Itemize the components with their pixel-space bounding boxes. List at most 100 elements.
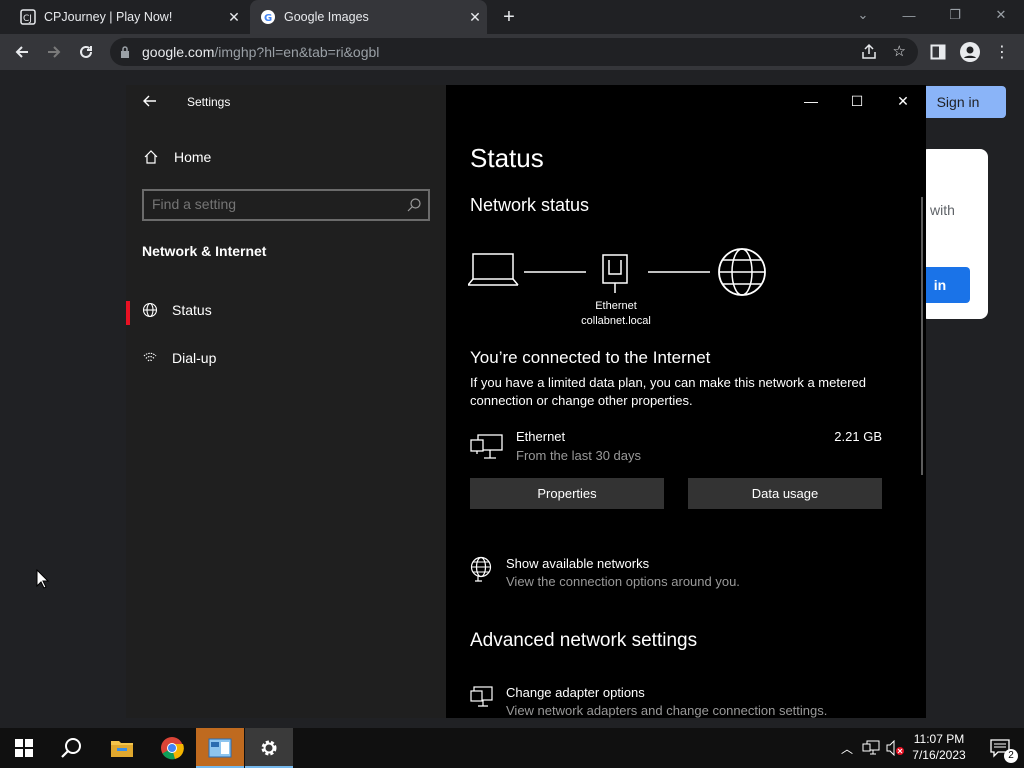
folder-icon: [111, 741, 133, 757]
restore-icon[interactable]: ❐: [932, 0, 978, 30]
show-networks-title: Show available networks: [506, 556, 650, 571]
dial-up-icon: [143, 352, 157, 362]
tab-google-images[interactable]: G Google Images ✕: [250, 0, 487, 34]
tab-strip: CJ CPJourney | Play Now! ✕ G Google Imag…: [0, 0, 1024, 34]
card-text: with: [930, 202, 955, 218]
connection-description: If you have a limited data plan, you can…: [470, 375, 866, 408]
url-domain: google.com: [142, 44, 215, 60]
url-text: google.com/imghp?hl=en&tab=ri&ogbl: [142, 44, 379, 60]
home-icon: [144, 150, 158, 164]
search-icon[interactable]: [406, 197, 422, 213]
networks-globe-icon: [470, 556, 492, 582]
search-input[interactable]: [152, 196, 392, 212]
address-bar[interactable]: google.com/imghp?hl=en&tab=ri&ogbl ☆: [110, 38, 918, 66]
home-link[interactable]: Home: [142, 149, 211, 165]
control-panel-button[interactable]: [196, 728, 244, 768]
adapter-name: Ethernet: [516, 429, 566, 444]
search-button[interactable]: [48, 728, 96, 768]
new-tab-button[interactable]: +: [498, 6, 520, 28]
settings-search[interactable]: [142, 189, 430, 221]
clock-time: 11:07 PM: [913, 732, 965, 746]
settings-title: Settings: [187, 95, 231, 109]
start-button[interactable]: [0, 728, 48, 768]
chevron-up-icon[interactable]: ︿: [838, 740, 856, 757]
url-path: /imghp?hl=en&tab=ri&ogbl: [214, 44, 380, 60]
tab-cpjourney[interactable]: CJ CPJourney | Play Now! ✕: [10, 0, 246, 34]
adapter-period: From the last 30 days: [516, 448, 641, 463]
change-adapter-subtitle: View network adapters and change connect…: [506, 703, 828, 718]
settings-window: Settings Home Network & Internet Status …: [126, 85, 926, 718]
clock[interactable]: 11:07 PM 7/16/2023: [903, 731, 975, 763]
ethernet-domain: collabnet.local: [581, 315, 651, 327]
laptop-icon: [468, 253, 519, 286]
adapter-monitor-icon: [470, 686, 493, 707]
sidebar-item-status[interactable]: Status: [126, 291, 432, 329]
reload-icon[interactable]: [74, 40, 98, 64]
connection-status: You’re connected to the Internet: [470, 348, 711, 367]
cpjourney-favicon-icon: CJ: [20, 9, 36, 25]
file-explorer-button[interactable]: [98, 728, 146, 768]
chrome-icon: [161, 737, 184, 760]
minimize-icon[interactable]: —: [886, 0, 932, 30]
chrome-menu-icon[interactable]: ⋮: [990, 40, 1014, 64]
close-window-icon[interactable]: ✕: [978, 0, 1024, 30]
settings-app-button[interactable]: [245, 728, 293, 768]
svg-text:G: G: [264, 13, 272, 24]
volume-muted-icon[interactable]: [886, 740, 904, 756]
internet-globe-icon: [718, 248, 766, 296]
advanced-heading: Advanced network settings: [470, 630, 698, 651]
page-title: Status: [470, 143, 544, 173]
data-usage-button[interactable]: Data usage: [688, 478, 882, 509]
scrollbar[interactable]: [921, 197, 923, 475]
browser-window-controls: ⌄ — ❐ ✕: [840, 0, 1024, 34]
forward-icon[interactable]: [42, 40, 66, 64]
tab-title: CPJourney | Play Now!: [44, 10, 173, 24]
back-icon[interactable]: [10, 40, 34, 64]
taskbar: ︿ 11:07 PM 7/16/2023 2: [0, 728, 1024, 768]
chrome-button[interactable]: [148, 728, 196, 768]
properties-button[interactable]: Properties: [470, 478, 664, 509]
minimize-icon[interactable]: —: [797, 91, 825, 111]
globe-icon: [142, 302, 158, 318]
settings-content: — ☐ ✕ Status Network status Ethernet col…: [446, 85, 926, 718]
settings-sidebar: Settings Home Network & Internet Status …: [126, 85, 446, 718]
google-favicon-icon: G: [260, 9, 276, 25]
close-icon[interactable]: ✕: [889, 91, 917, 111]
notifications-button[interactable]: 2: [976, 728, 1024, 768]
search-icon: [61, 738, 81, 758]
ethernet-port-icon: [602, 254, 628, 293]
ethernet-label: Ethernet collabnet.local: [574, 299, 658, 329]
section-heading: Network & Internet: [142, 243, 267, 259]
share-icon[interactable]: [860, 43, 878, 61]
profile-avatar-icon[interactable]: [958, 40, 982, 64]
sidebar-item-label: Status: [172, 302, 212, 318]
notification-badge: 2: [1004, 749, 1018, 763]
clock-date: 7/16/2023: [912, 748, 966, 762]
svg-text:CJ: CJ: [23, 14, 32, 24]
system-tray: ︿: [838, 728, 904, 768]
sidebar-item-dial-up[interactable]: Dial-up: [142, 339, 432, 377]
mouse-cursor-icon: [36, 569, 50, 589]
gear-icon: [261, 740, 277, 756]
windows-logo-icon: [15, 739, 33, 757]
tab-close-icon[interactable]: ✕: [463, 9, 487, 26]
tab-search-icon[interactable]: ⌄: [840, 0, 886, 30]
home-label: Home: [174, 149, 212, 165]
show-networks-subtitle: View the connection options around you.: [506, 574, 740, 589]
sidebar-item-label: Dial-up: [172, 350, 217, 366]
side-panel-icon[interactable]: [926, 40, 950, 64]
tab-close-icon[interactable]: ✕: [222, 9, 246, 26]
maximize-icon[interactable]: ☐: [843, 91, 871, 111]
change-adapter-link[interactable]: Change adapter options View network adap…: [470, 685, 827, 718]
control-panel-icon: [208, 738, 232, 758]
network-tray-icon[interactable]: [862, 740, 880, 756]
tab-title: Google Images: [284, 10, 369, 24]
show-networks-link[interactable]: Show available networks View the connect…: [470, 556, 740, 589]
change-adapter-title: Change adapter options: [506, 685, 645, 700]
ethernet-name: Ethernet: [595, 300, 637, 312]
network-status-heading: Network status: [470, 195, 590, 215]
back-arrow-icon[interactable]: [142, 93, 158, 114]
data-used: 2.21 GB: [834, 429, 882, 444]
bookmark-star-icon[interactable]: ☆: [893, 42, 906, 60]
sign-in-card: with in: [910, 149, 988, 319]
